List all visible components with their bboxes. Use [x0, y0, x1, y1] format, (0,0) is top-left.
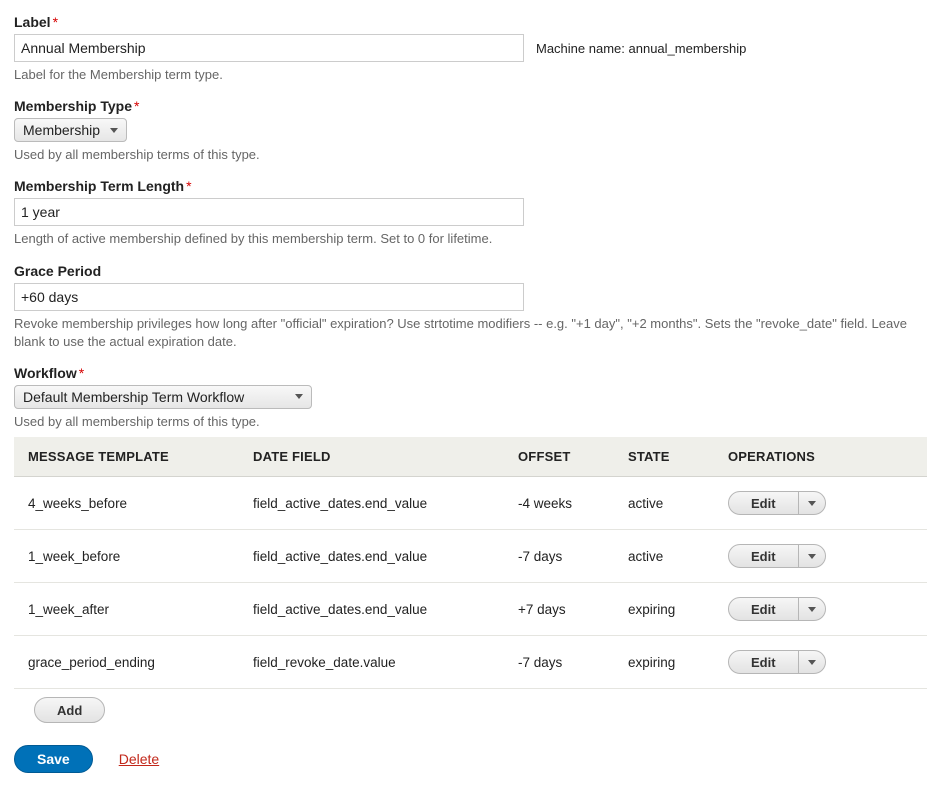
cell-state: active — [614, 530, 714, 583]
cell-offset: +7 days — [504, 583, 614, 636]
cell-date-field: field_active_dates.end_value — [239, 583, 504, 636]
dropbutton-toggle[interactable] — [799, 651, 825, 673]
table-row: grace_period_endingfield_revoke_date.val… — [14, 636, 927, 689]
grace-label: Grace Period — [14, 263, 920, 279]
dropbutton-toggle[interactable] — [799, 545, 825, 567]
required-marker: * — [53, 14, 58, 30]
chevron-down-icon — [808, 607, 816, 612]
dropbutton-toggle[interactable] — [799, 492, 825, 514]
workflow-value: Default Membership Term Workflow — [23, 389, 244, 405]
workflow-select[interactable]: Default Membership Term Workflow — [14, 385, 312, 409]
table-row: 1_week_afterfield_active_dates.end_value… — [14, 583, 927, 636]
edit-dropbutton[interactable]: Edit — [728, 544, 826, 568]
grace-input[interactable] — [14, 283, 524, 311]
th-state: STATE — [614, 437, 714, 477]
add-button[interactable]: Add — [34, 697, 105, 723]
th-template: MESSAGE TEMPLATE — [14, 437, 239, 477]
required-marker: * — [79, 365, 84, 381]
th-operations: OPERATIONS — [714, 437, 927, 477]
membership-type-label: Membership Type* — [14, 98, 920, 114]
cell-offset: -7 days — [504, 530, 614, 583]
label-label-text: Label — [14, 14, 51, 30]
th-offset: OFFSET — [504, 437, 614, 477]
cell-operations: Edit — [714, 583, 927, 636]
th-date-field: DATE FIELD — [239, 437, 504, 477]
form-item-grace: Grace Period Revoke membership privilege… — [14, 263, 920, 351]
cell-operations: Edit — [714, 530, 927, 583]
membership-type-select[interactable]: Membership — [14, 118, 127, 142]
messages-table: MESSAGE TEMPLATE DATE FIELD OFFSET STATE… — [14, 437, 927, 689]
form-actions: Save Delete — [14, 745, 920, 773]
edit-button[interactable]: Edit — [729, 545, 799, 567]
cell-state: expiring — [614, 636, 714, 689]
form-item-workflow: Workflow* Default Membership Term Workfl… — [14, 365, 920, 431]
dropbutton-toggle[interactable] — [799, 598, 825, 620]
required-marker: * — [186, 178, 191, 194]
chevron-down-icon — [110, 128, 118, 133]
cell-template: 1_week_after — [14, 583, 239, 636]
cell-offset: -7 days — [504, 636, 614, 689]
term-length-input[interactable] — [14, 198, 524, 226]
grace-desc: Revoke membership privileges how long af… — [14, 315, 920, 351]
label-label: Label* — [14, 14, 920, 30]
edit-button[interactable]: Edit — [729, 598, 799, 620]
required-marker: * — [134, 98, 139, 114]
cell-state: active — [614, 477, 714, 530]
chevron-down-icon — [808, 501, 816, 506]
chevron-down-icon — [808, 554, 816, 559]
cell-template: grace_period_ending — [14, 636, 239, 689]
table-row: 1_week_beforefield_active_dates.end_valu… — [14, 530, 927, 583]
term-length-label: Membership Term Length* — [14, 178, 920, 194]
edit-dropbutton[interactable]: Edit — [728, 597, 826, 621]
edit-dropbutton[interactable]: Edit — [728, 650, 826, 674]
table-row: 4_weeks_beforefield_active_dates.end_val… — [14, 477, 927, 530]
workflow-label: Workflow* — [14, 365, 920, 381]
edit-button[interactable]: Edit — [729, 492, 799, 514]
cell-template: 1_week_before — [14, 530, 239, 583]
edit-button[interactable]: Edit — [729, 651, 799, 673]
workflow-desc: Used by all membership terms of this typ… — [14, 413, 920, 431]
cell-date-field: field_revoke_date.value — [239, 636, 504, 689]
cell-operations: Edit — [714, 636, 927, 689]
table-header-row: MESSAGE TEMPLATE DATE FIELD OFFSET STATE… — [14, 437, 927, 477]
cell-offset: -4 weeks — [504, 477, 614, 530]
chevron-down-icon — [808, 660, 816, 665]
cell-date-field: field_active_dates.end_value — [239, 477, 504, 530]
label-desc: Label for the Membership term type. — [14, 66, 920, 84]
delete-link[interactable]: Delete — [119, 751, 159, 767]
cell-template: 4_weeks_before — [14, 477, 239, 530]
cell-state: expiring — [614, 583, 714, 636]
membership-type-desc: Used by all membership terms of this typ… — [14, 146, 920, 164]
form-item-term-length: Membership Term Length* Length of active… — [14, 178, 920, 248]
label-input[interactable] — [14, 34, 524, 62]
machine-name: Machine name: annual_membership — [536, 41, 746, 56]
term-length-desc: Length of active membership defined by t… — [14, 230, 920, 248]
form-item-membership-type: Membership Type* Membership Used by all … — [14, 98, 920, 164]
cell-operations: Edit — [714, 477, 927, 530]
membership-type-value: Membership — [23, 122, 100, 138]
chevron-down-icon — [295, 394, 303, 399]
form-item-label: Label* Machine name: annual_membership L… — [14, 14, 920, 84]
save-button[interactable]: Save — [14, 745, 93, 773]
cell-date-field: field_active_dates.end_value — [239, 530, 504, 583]
edit-dropbutton[interactable]: Edit — [728, 491, 826, 515]
